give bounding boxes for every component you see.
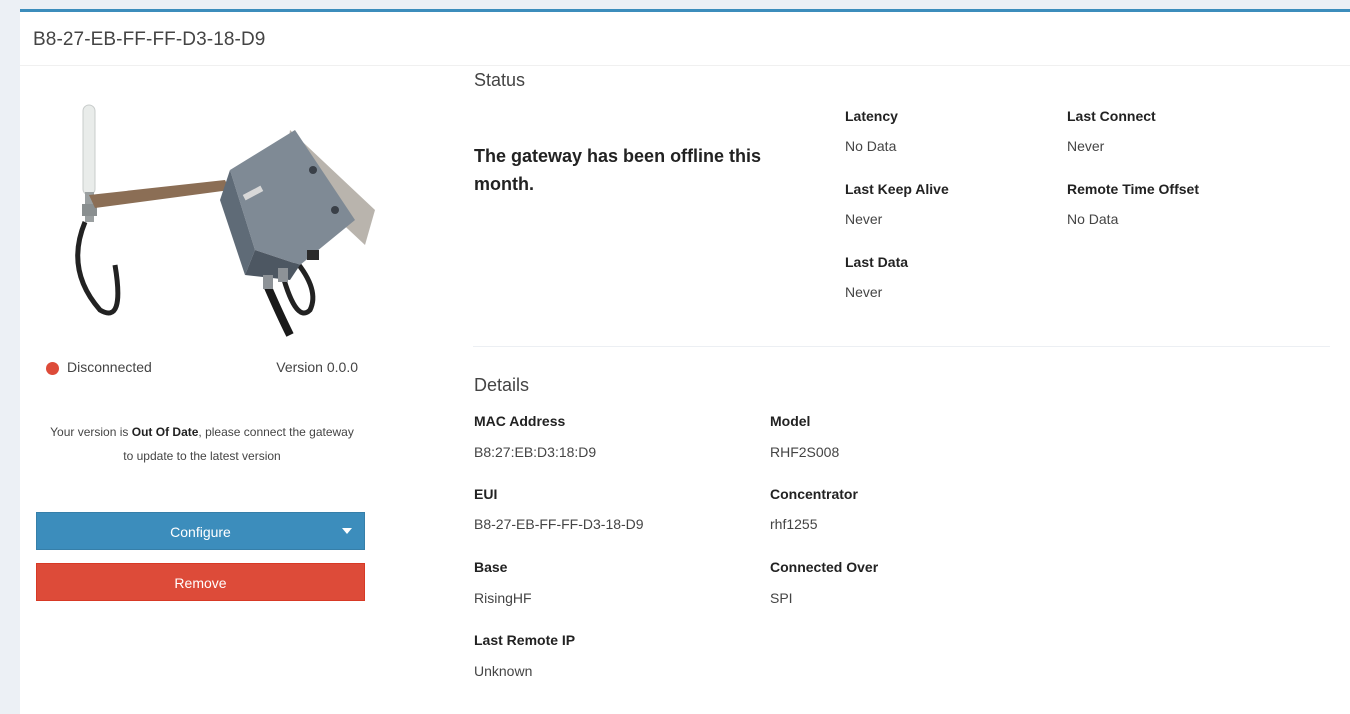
- last-remote-ip-value: Unknown: [474, 663, 533, 679]
- connection-status: Disconnected: [67, 359, 152, 375]
- configure-button[interactable]: Configure: [36, 512, 365, 550]
- base-value: RisingHF: [474, 590, 532, 606]
- connected-over-label: Connected Over: [770, 559, 879, 575]
- last-data-value: Never: [845, 284, 883, 300]
- outdated-prefix: Your version is: [50, 425, 132, 439]
- remove-button[interactable]: Remove: [36, 563, 365, 601]
- mac-address-label: MAC Address: [474, 413, 566, 429]
- last-connect-label: Last Connect: [1067, 108, 1156, 124]
- mac-address-value: B8:27:EB:D3:18:D9: [474, 444, 597, 460]
- latency-label: Latency: [845, 108, 898, 124]
- last-remote-ip-label: Last Remote IP: [474, 632, 576, 648]
- panel-header: B8-27-EB-FF-FF-D3-18-D9: [20, 12, 1350, 66]
- version-label: Version 0.0.0: [276, 359, 358, 375]
- gateway-device-image: [75, 104, 375, 337]
- model-value: RHF2S008: [770, 444, 840, 460]
- status-dot-icon: [46, 362, 59, 375]
- section-divider: [473, 346, 1330, 347]
- last-keep-alive-value: Never: [845, 211, 883, 227]
- last-keep-alive-label: Last Keep Alive: [845, 181, 949, 197]
- details-title: Details: [474, 375, 530, 395]
- configure-label: Configure: [170, 524, 231, 540]
- remote-time-offset-label: Remote Time Offset: [1067, 181, 1199, 197]
- caret-down-icon: [342, 528, 352, 534]
- remove-label: Remove: [174, 575, 227, 591]
- base-label: Base: [474, 559, 508, 575]
- connected-over-value: SPI: [770, 590, 793, 606]
- latency-value: No Data: [845, 138, 897, 154]
- model-label: Model: [770, 413, 811, 429]
- remote-time-offset-value: No Data: [1067, 211, 1119, 227]
- connection-status-row: Disconnected Version 0.0.0: [46, 359, 358, 379]
- offline-message: The gateway has been offline this month.: [474, 146, 762, 194]
- outdated-notice: Your version is Out Of Date, please conn…: [46, 420, 358, 468]
- last-connect-value: Never: [1067, 138, 1105, 154]
- concentrator-label: Concentrator: [770, 486, 858, 502]
- eui-label: EUI: [474, 486, 498, 502]
- outdated-emphasis: Out Of Date: [131, 425, 199, 439]
- gateway-title: B8-27-EB-FF-FF-D3-18-D9: [33, 29, 266, 50]
- last-data-label: Last Data: [845, 254, 909, 270]
- eui-value: B8-27-EB-FF-FF-D3-18-D9: [474, 516, 644, 532]
- status-title: Status: [474, 70, 526, 90]
- concentrator-value: rhf1255: [770, 516, 818, 532]
